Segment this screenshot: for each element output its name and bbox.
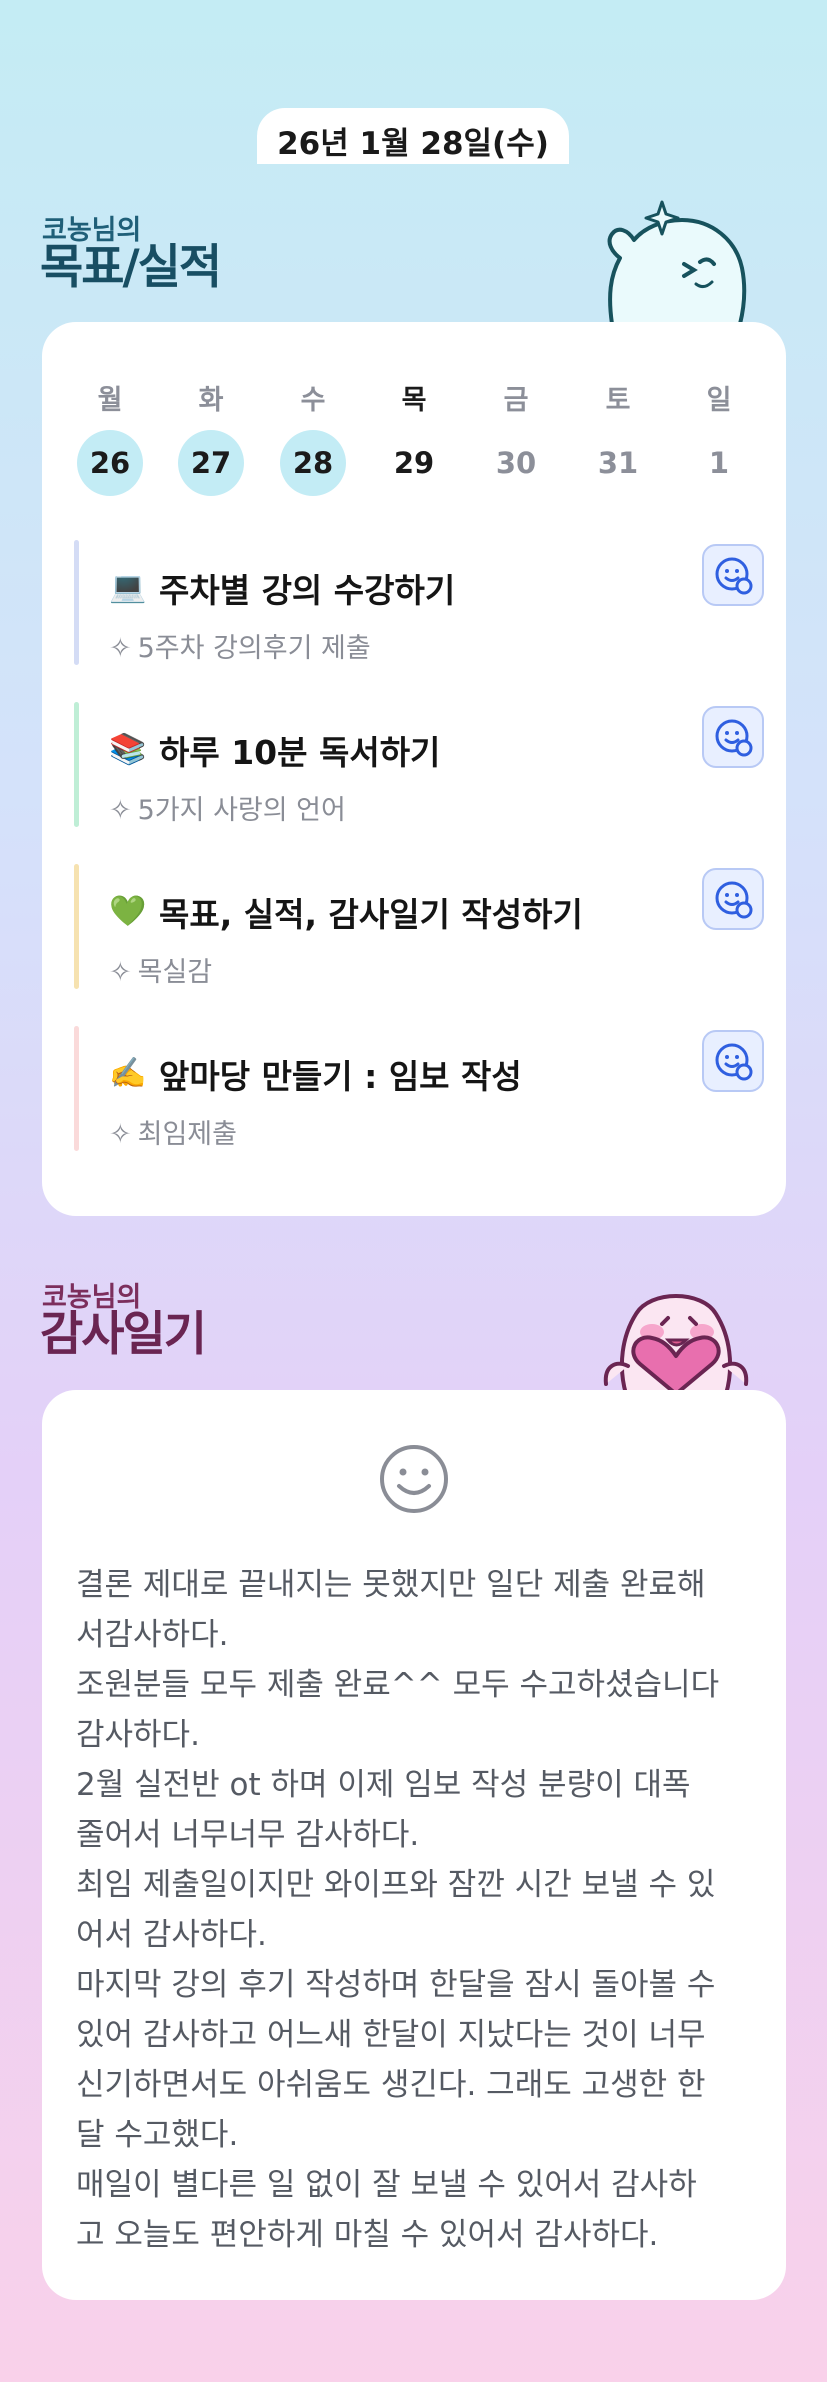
goal-result-text: 최임제출 [137, 1119, 237, 1150]
day-27[interactable]: 27 [178, 430, 244, 496]
weekday-tue: 화 [198, 385, 224, 416]
day-28[interactable]: 28 [280, 430, 346, 496]
sparkle-icon: ✧ [109, 957, 132, 988]
sparkle-icon: ✧ [109, 795, 132, 826]
goal-item[interactable]: 💚 목표, 실적, 감사일기 작성하기 ✧ 목실감 [74, 864, 764, 989]
weekday-thu: 목 [401, 385, 427, 416]
goal-result: ✧ 최임제출 [109, 1112, 237, 1151]
goal-result-text: 5가지 사랑의 언어 [137, 795, 346, 826]
goal-item[interactable]: 💻 주차별 강의 수강하기 ✧ 5주차 강의후기 제출 [74, 540, 764, 665]
gratitude-diary-card: 결론 제대로 끝내지는 못했지만 일단 제출 완료해 서감사하다. 조원분들 모… [42, 1390, 786, 2300]
weekday-fri: 금 [503, 385, 529, 416]
goals-section-title: 목표/실적 [40, 240, 222, 295]
goal-result: ✧ 목실감 [109, 950, 212, 989]
goal-title: 앞마당 만들기 : 임보 작성 [159, 1057, 522, 1096]
goal-result-text: 5주차 강의후기 제출 [137, 633, 371, 664]
day-31[interactable]: 31 [585, 430, 651, 496]
goal-check-button[interactable] [702, 706, 764, 768]
goal-result-text: 목실감 [137, 957, 213, 988]
goal-check-button[interactable] [702, 544, 764, 606]
goal-title: 하루 10분 독서하기 [159, 733, 441, 772]
smile-check-icon [715, 1043, 753, 1081]
goal-color-bar [74, 540, 79, 665]
day-29[interactable]: 29 [381, 430, 447, 496]
goals-card: 월 화 수 목 금 토 일 26 27 28 29 30 31 1 💻 주차별 … [42, 322, 786, 1216]
sparkle-icon: ✧ [109, 1119, 132, 1150]
day-30[interactable]: 30 [483, 430, 549, 496]
goal-result: ✧ 5가지 사랑의 언어 [109, 788, 346, 827]
goal-color-bar [74, 1026, 79, 1151]
green-heart-icon: 💚 [109, 894, 147, 929]
weekday-sun: 일 [706, 385, 732, 416]
goal-title: 주차별 강의 수강하기 [159, 571, 456, 610]
goal-color-bar [74, 864, 79, 989]
goal-title: 목표, 실적, 감사일기 작성하기 [159, 895, 583, 934]
goal-check-button[interactable] [702, 1030, 764, 1092]
goal-color-bar [74, 702, 79, 827]
sparkle-icon: ✧ [109, 633, 132, 664]
smile-check-icon [715, 881, 753, 919]
day-1[interactable]: 1 [686, 430, 752, 496]
smile-icon [380, 1445, 448, 1513]
weekday-wed: 수 [300, 385, 326, 416]
diary-section-title: 감사일기 [40, 1307, 207, 1362]
weekday-mon: 월 [97, 385, 123, 416]
weekday-sat: 토 [605, 385, 631, 416]
date-header: 26년 1월 28일(수) [257, 108, 569, 164]
laptop-icon: 💻 [109, 570, 147, 605]
goal-result: ✧ 5주차 강의후기 제출 [109, 626, 371, 665]
day-26[interactable]: 26 [77, 430, 143, 496]
mascot-heart-illustration [603, 1294, 749, 1396]
diary-text: 결론 제대로 끝내지는 못했지만 일단 제출 완료해 서감사하다. 조원분들 모… [76, 1567, 720, 2253]
books-icon: 📚 [109, 732, 147, 767]
smile-check-icon [715, 557, 753, 595]
goal-item[interactable]: ✍️ 앞마당 만들기 : 임보 작성 ✧ 최임제출 [74, 1026, 764, 1151]
writing-hand-icon: ✍️ [109, 1056, 147, 1091]
goal-check-button[interactable] [702, 868, 764, 930]
goal-item[interactable]: 📚 하루 10분 독서하기 ✧ 5가지 사랑의 언어 [74, 702, 764, 827]
smile-check-icon [715, 719, 753, 757]
mascot-thumbs-up-illustration [607, 200, 747, 326]
